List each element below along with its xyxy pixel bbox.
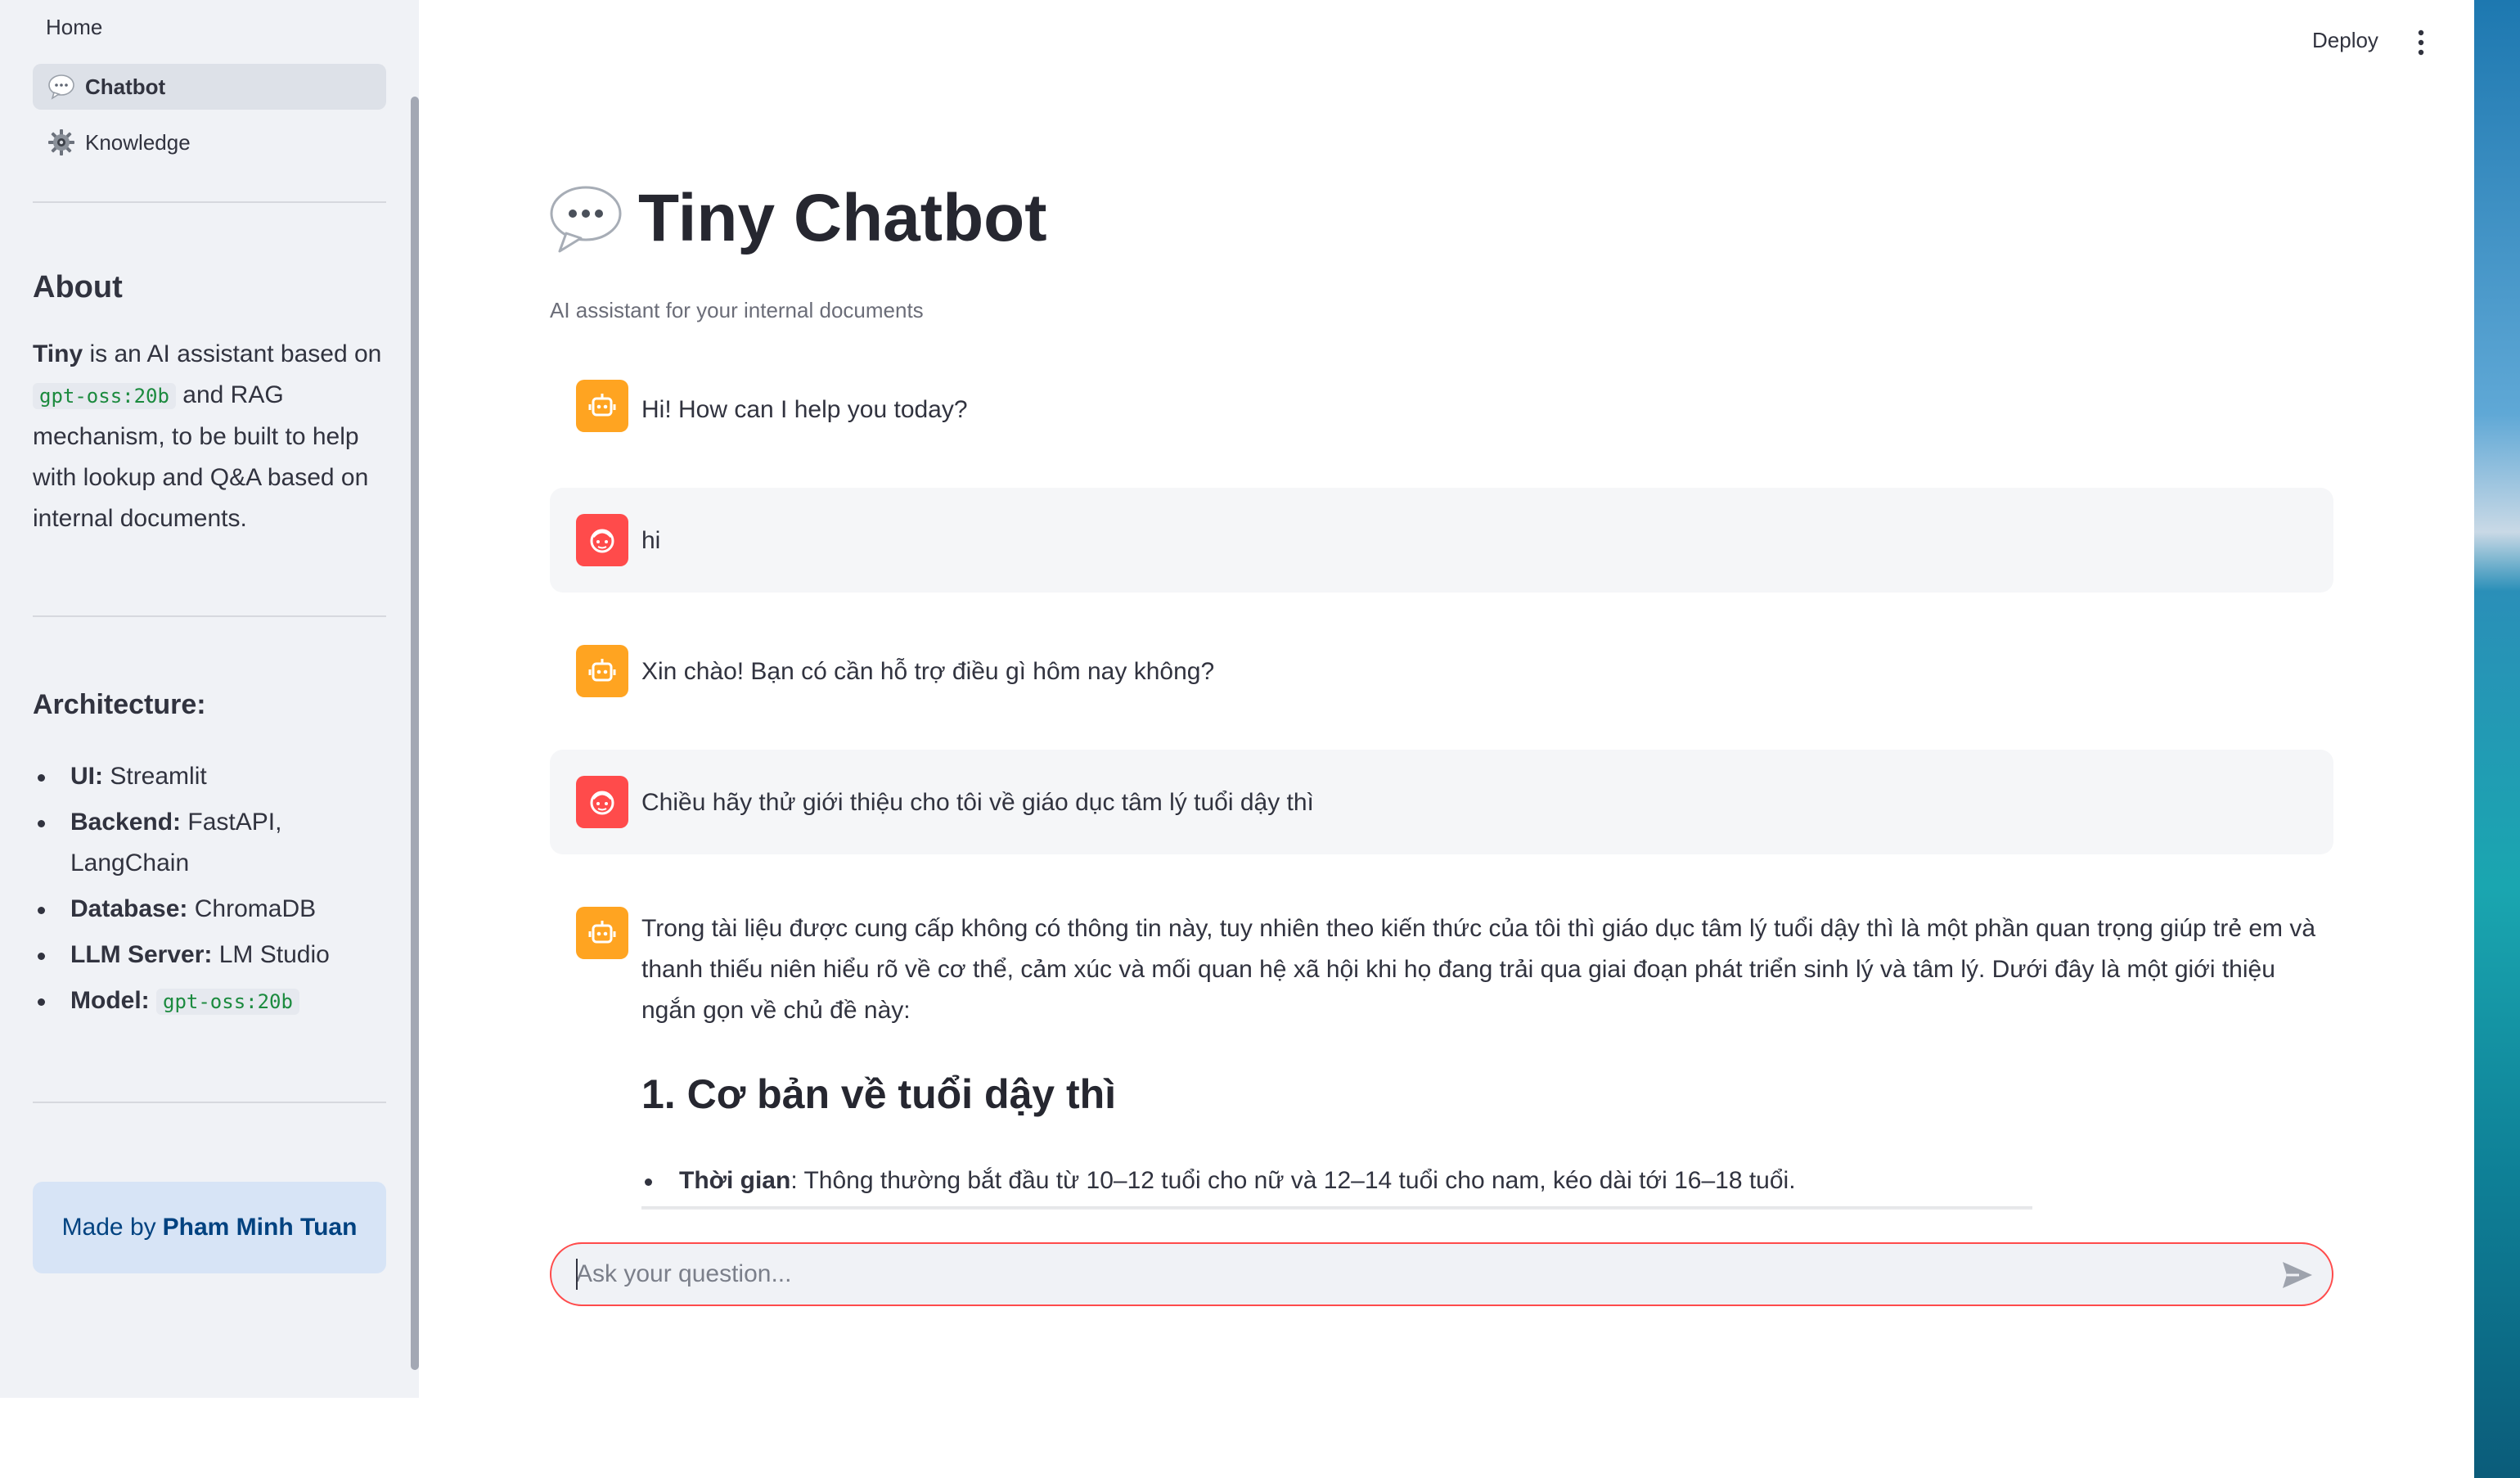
chat-message-assistant: Trong tài liệu được cung cấp không có th… <box>550 881 2333 1044</box>
arch-value: LM Studio <box>218 941 330 968</box>
made-by-card: Made by Pham Minh Tuan <box>33 1182 386 1273</box>
chat-input-container <box>550 1242 2333 1306</box>
made-by-prefix: Made by <box>61 1214 156 1241</box>
bot-avatar <box>576 907 628 959</box>
nav-item-label: Chatbot <box>85 74 166 99</box>
about-text-part: is an AI assistant based on <box>83 340 382 367</box>
chat-message-assistant: Xin chào! Bạn có cần hỗ trợ điều gì hôm … <box>550 619 2333 723</box>
robot-icon <box>588 659 616 682</box>
deploy-button[interactable]: Deploy <box>2312 28 2378 53</box>
list-item: LLM Server: LM Studio <box>33 935 393 976</box>
user-avatar <box>576 514 628 566</box>
nav-item-knowledge[interactable]: Knowledge <box>33 119 386 165</box>
user-avatar <box>576 776 628 828</box>
text-caret <box>576 1259 578 1290</box>
app-root: Home Chatbot Knowledge About Tiny is an … <box>0 0 2520 1478</box>
list-item: UI: Streamlit <box>33 756 393 797</box>
sidebar-divider <box>33 615 386 617</box>
about-heading: About <box>33 270 123 304</box>
nav-home-link[interactable]: Home <box>46 15 102 40</box>
user-face-icon <box>590 791 614 815</box>
bullet-key: Thời gian <box>679 1167 791 1194</box>
speech-balloon-icon <box>48 74 74 100</box>
arch-key: Database: <box>70 895 188 922</box>
arch-value: ChromaDB <box>194 895 317 922</box>
author-name: Pham Minh Tuan <box>162 1214 358 1241</box>
robot-icon <box>588 921 616 944</box>
sidebar: Home Chatbot Knowledge About Tiny is an … <box>0 0 419 1398</box>
speech-balloon-icon <box>550 186 622 253</box>
page-title-text: Tiny Chatbot <box>638 181 1047 255</box>
about-text: Tiny is an AI assistant based on gpt-oss… <box>33 334 393 539</box>
list-item: Database: ChromaDB <box>33 889 393 930</box>
message-text: Hi! How can I help you today? <box>641 396 968 423</box>
arch-key: Model: <box>70 987 150 1014</box>
bot-avatar <box>576 645 628 697</box>
sidebar-scrollbar[interactable] <box>411 97 419 1370</box>
user-face-icon <box>590 529 614 553</box>
message-text: hi <box>641 527 661 554</box>
arch-key: Backend: <box>70 809 182 836</box>
answer-bullet: Thời gian: Thông thường bắt đầu từ 10–12… <box>641 1160 2278 1201</box>
chat-message-assistant: Hi! How can I help you today? <box>550 360 2333 458</box>
model-code-chip: gpt-oss:20b <box>156 989 299 1015</box>
chat-message-user: hi <box>550 488 2333 593</box>
more-vertical-icon[interactable] <box>2409 25 2433 61</box>
architecture-list: UI: Streamlit Backend: FastAPI, LangChai… <box>33 756 393 1027</box>
nav-item-label: Knowledge <box>85 129 191 155</box>
about-name: Tiny <box>33 340 83 367</box>
message-text: Xin chào! Bạn có cần hỗ trợ điều gì hôm … <box>641 658 1215 685</box>
arch-key: UI: <box>70 763 103 790</box>
bullet-value: : Thông thường bắt đầu từ 10–12 tuổi cho… <box>790 1167 1796 1194</box>
sidebar-divider <box>33 201 386 203</box>
chat-scroll-cutoff <box>491 1210 2373 1242</box>
bot-avatar <box>576 380 628 432</box>
architecture-heading: Architecture: <box>33 689 206 720</box>
list-item: Backend: FastAPI, LangChain <box>33 802 393 884</box>
message-text: Trong tài liệu được cung cấp không có th… <box>641 915 2316 1024</box>
answer-heading: 1. Cơ bản về tuổi dậy thì <box>641 1071 1117 1117</box>
page-title: Tiny Chatbot <box>548 180 1047 257</box>
chat-input[interactable] <box>576 1254 2261 1295</box>
send-icon[interactable] <box>2279 1259 2315 1291</box>
list-item: Model: gpt-oss:20b <box>33 980 393 1022</box>
robot-icon <box>588 394 616 417</box>
arch-value: Streamlit <box>110 763 207 790</box>
arch-key: LLM Server: <box>70 941 213 968</box>
model-code-chip: gpt-oss:20b <box>33 383 176 409</box>
desktop-wallpaper <box>2474 0 2520 1478</box>
gear-icon <box>48 129 74 155</box>
chat-message-user: Chiều hãy thử giới thiệu cho tôi về giáo… <box>550 750 2333 854</box>
sidebar-divider <box>33 1102 386 1103</box>
message-text: Chiều hãy thử giới thiệu cho tôi về giáo… <box>641 789 1314 816</box>
nav-item-chatbot[interactable]: Chatbot <box>33 64 386 110</box>
page-subtitle: AI assistant for your internal documents <box>550 298 924 322</box>
